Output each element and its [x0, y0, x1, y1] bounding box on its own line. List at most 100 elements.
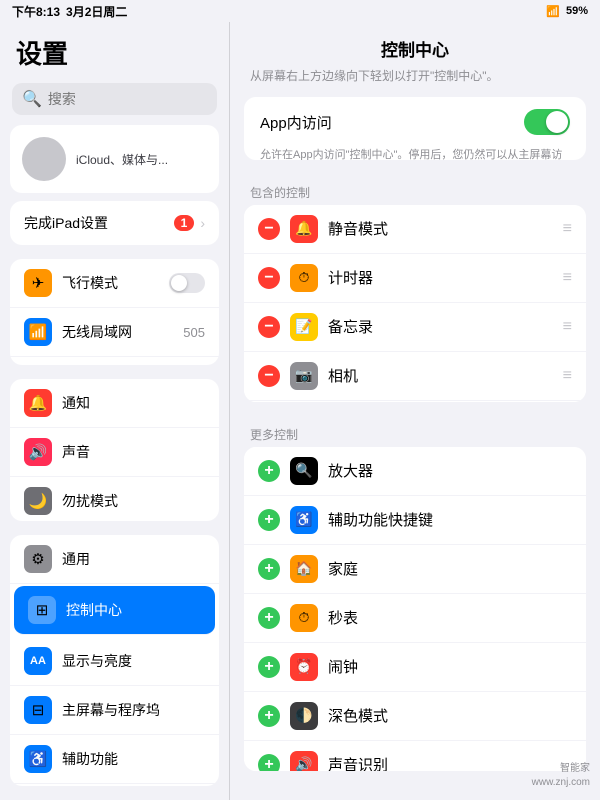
controlcenter-label: 控制中心 — [66, 600, 201, 620]
add-control-button[interactable]: + — [258, 754, 280, 771]
accessibility-label: 辅助功能 — [62, 749, 205, 769]
control-label: 辅助功能快捷键 — [328, 509, 572, 530]
battery-label: 59% — [566, 5, 588, 17]
more-control-row: + 🏠 家庭 — [244, 545, 586, 594]
drag-handle-icon[interactable]: ≡ — [563, 318, 572, 336]
complete-setup-row[interactable]: 完成iPad设置 1 › — [10, 201, 219, 245]
wifi-icon: 📶 — [546, 5, 560, 18]
sidebar-item-controlcenter[interactable]: ⊞ 控制中心 — [14, 586, 215, 635]
panel-top-desc: 从屏幕右上方边缘向下轻划以打开"控制中心"。 — [230, 67, 600, 97]
homescreen-label: 主屏幕与程序坞 — [62, 700, 205, 720]
watermark: 智能家www.znj.com — [532, 762, 590, 790]
sidebar-item-wifi[interactable]: 📶 无线局域网 505 — [10, 308, 219, 357]
app-access-desc: 允许在App内访问"控制中心"。停用后，您仍然可以从主屏幕访问"控制中心"。 — [244, 147, 586, 160]
drag-handle-icon[interactable]: ≡ — [563, 367, 572, 385]
profile-section[interactable]: iCloud、媒体与... — [10, 125, 219, 193]
control-label: 静音模式 — [328, 218, 553, 239]
control-label: 深色模式 — [328, 705, 572, 726]
included-controls-card: − 🔔 静音模式 ≡ − ⏱ 计时器 ≡ − 📝 备忘录 ≡ − 📷 相机 ≡ … — [244, 205, 586, 402]
app-access-toggle[interactable] — [524, 109, 570, 135]
app-access-row: App内访问 — [244, 97, 586, 147]
included-control-row: − 📝 备忘录 ≡ — [244, 303, 586, 352]
status-bar: 下午8:13 3月2日周二 📶 59% — [0, 0, 600, 22]
add-control-button[interactable]: + — [258, 607, 280, 629]
dnd-icon: 🌙 — [24, 487, 52, 515]
app-access-label: App内访问 — [260, 112, 332, 133]
remove-control-button[interactable]: − — [258, 365, 280, 387]
included-control-row: − 📷 相机 ≡ — [244, 352, 586, 401]
search-input[interactable] — [48, 91, 207, 107]
remove-control-button[interactable]: − — [258, 267, 280, 289]
sound-label: 声音 — [62, 442, 205, 462]
sidebar: 设置 🔍 iCloud、媒体与... 完成iPad设置 1 › ✈ 飞行模式 — [0, 22, 230, 800]
panel-title: 控制中心 — [230, 22, 600, 67]
app-access-card: App内访问 允许在App内访问"控制中心"。停用后，您仍然可以从主屏幕访问"控… — [244, 97, 586, 160]
control-icon: 🔍 — [290, 457, 318, 485]
sidebar-item-general[interactable]: ⚙ 通用 — [10, 535, 219, 584]
control-icon: 🏠 — [290, 555, 318, 583]
control-label: 秒表 — [328, 607, 572, 628]
control-label: 闹钟 — [328, 656, 572, 677]
wifi-value: 505 — [183, 325, 205, 340]
sidebar-item-dnd[interactable]: 🌙 勿扰模式 — [10, 477, 219, 521]
sidebar-item-notifications[interactable]: 🔔 通知 — [10, 379, 219, 428]
control-label: 备忘录 — [328, 316, 553, 337]
general-label: 通用 — [62, 549, 205, 569]
sidebar-item-homescreen[interactable]: ⊟ 主屏幕与程序坞 — [10, 686, 219, 735]
included-control-row: − ⬛ 扫码器 ≡ — [244, 401, 586, 402]
sidebar-item-airplane[interactable]: ✈ 飞行模式 — [10, 259, 219, 308]
control-icon: ♿ — [290, 506, 318, 534]
drag-handle-icon[interactable]: ≡ — [563, 269, 572, 287]
search-bar[interactable]: 🔍 — [12, 83, 217, 115]
control-icon: ⏰ — [290, 653, 318, 681]
more-controls-card: + 🔍 放大器 + ♿ 辅助功能快捷键 + 🏠 家庭 + ⏱ 秒表 + ⏰ 闹钟… — [244, 447, 586, 771]
control-icon: 🔔 — [290, 215, 318, 243]
chevron-right-icon: › — [200, 215, 205, 231]
sidebar-item-display[interactable]: AA 显示与亮度 — [10, 637, 219, 686]
date-label: 3月2日周二 — [66, 3, 127, 20]
sidebar-group-system: 🔔 通知 🔊 声音 🌙 勿扰模式 ⏳ 屏幕使用时间 — [10, 379, 219, 521]
control-label: 相机 — [328, 365, 553, 386]
sidebar-item-accessibility[interactable]: ♿ 辅助功能 — [10, 735, 219, 784]
status-icons: 📶 59% — [546, 5, 588, 18]
sidebar-group-connectivity: ✈ 飞行模式 📶 无线局域网 505 ⬡ 蓝牙 打开 — [10, 259, 219, 365]
control-label: 计时器 — [328, 267, 553, 288]
drag-handle-icon[interactable]: ≡ — [563, 220, 572, 238]
sidebar-item-wallpaper[interactable]: 🌸 墙纸 — [10, 784, 219, 786]
control-icon: 🌓 — [290, 702, 318, 730]
main-layout: 设置 🔍 iCloud、媒体与... 完成iPad设置 1 › ✈ 飞行模式 — [0, 22, 600, 800]
accessibility-icon: ♿ — [24, 745, 52, 773]
control-label: 放大器 — [328, 460, 572, 481]
add-control-button[interactable]: + — [258, 460, 280, 482]
more-control-row: + 🔍 放大器 — [244, 447, 586, 496]
control-icon: 📝 — [290, 313, 318, 341]
profile-subtitle: iCloud、媒体与... — [76, 151, 168, 168]
airplane-toggle[interactable] — [169, 273, 205, 293]
sidebar-item-bluetooth[interactable]: ⬡ 蓝牙 打开 — [10, 357, 219, 365]
wifi-label: 无线局域网 — [62, 322, 173, 342]
add-control-button[interactable]: + — [258, 656, 280, 678]
control-icon: 📷 — [290, 362, 318, 390]
add-control-button[interactable]: + — [258, 705, 280, 727]
add-control-button[interactable]: + — [258, 509, 280, 531]
wifi-icon: 📶 — [24, 318, 52, 346]
display-icon: AA — [24, 647, 52, 675]
time-label: 下午8:13 — [12, 3, 60, 20]
notifications-icon: 🔔 — [24, 389, 52, 417]
control-icon: 🔊 — [290, 751, 318, 771]
control-label: 家庭 — [328, 558, 572, 579]
controlcenter-icon: ⊞ — [28, 596, 56, 624]
included-section-header: 包含的控制 — [230, 176, 600, 205]
setup-badge: 1 — [174, 215, 195, 231]
more-control-row: + ⏰ 闹钟 — [244, 643, 586, 692]
avatar — [22, 137, 66, 181]
remove-control-button[interactable]: − — [258, 218, 280, 240]
included-control-row: − 🔔 静音模式 ≡ — [244, 205, 586, 254]
control-icon: ⏱ — [290, 264, 318, 292]
sidebar-item-sound[interactable]: 🔊 声音 — [10, 428, 219, 477]
add-control-button[interactable]: + — [258, 558, 280, 580]
remove-control-button[interactable]: − — [258, 316, 280, 338]
sidebar-title: 设置 — [0, 22, 229, 77]
display-label: 显示与亮度 — [62, 651, 205, 671]
status-time: 下午8:13 3月2日周二 — [12, 3, 127, 20]
